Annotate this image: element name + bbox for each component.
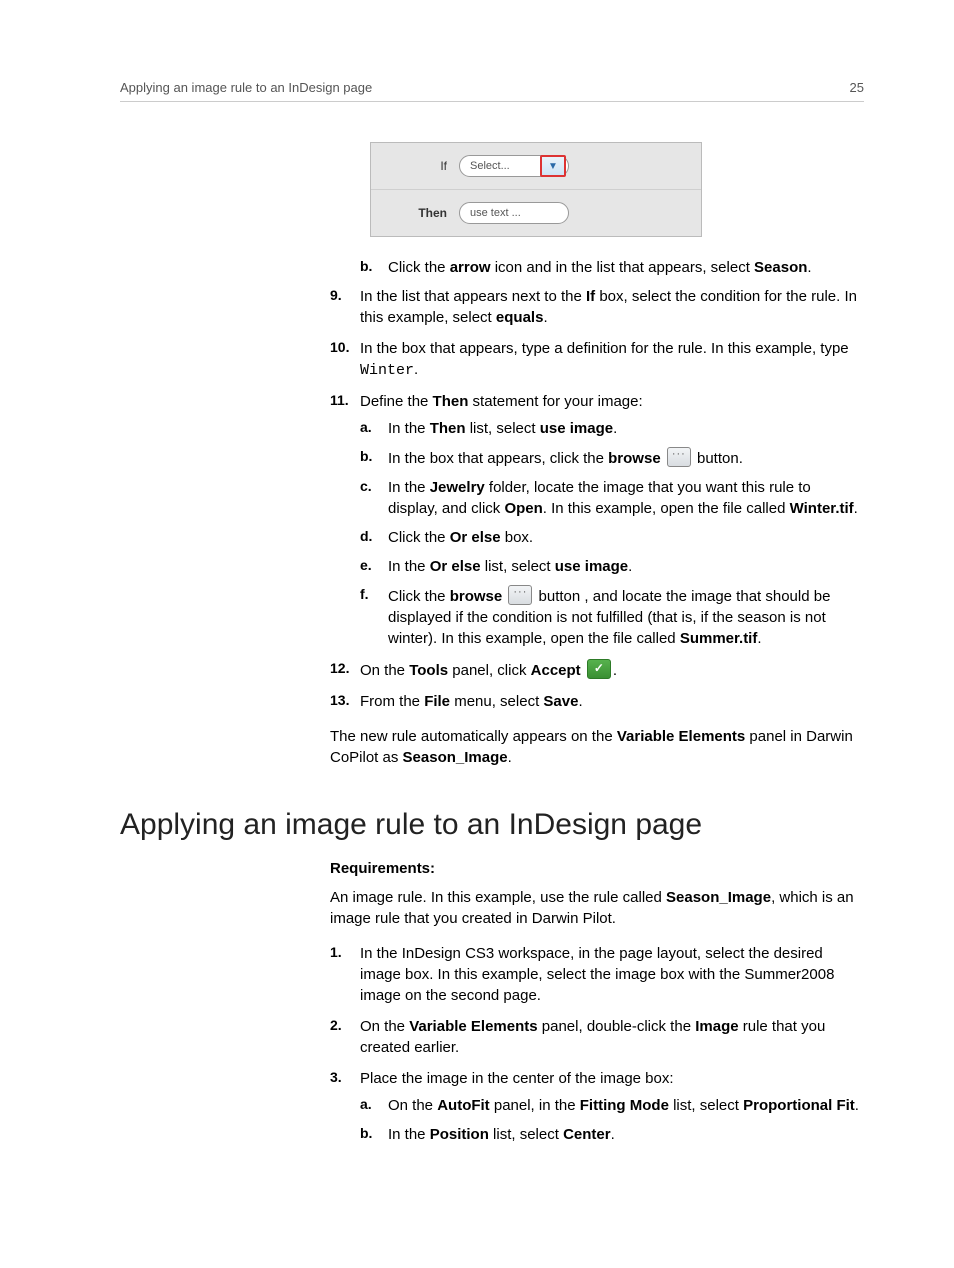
step-8b-letter: b. <box>360 257 372 277</box>
section-heading: Applying an image rule to an InDesign pa… <box>120 808 864 842</box>
chevron-down-icon: ▼ <box>548 161 558 172</box>
step-11b-text: In the box that appears, click the brows… <box>388 450 743 467</box>
figure-then-label: Then <box>387 206 459 220</box>
figure-use-text-placeholder: use text ... <box>470 207 521 219</box>
s2-step-3b-letter: b. <box>360 1124 372 1144</box>
step-11d-text: Click the Or else box. <box>388 529 533 546</box>
step-11f-letter: f. <box>360 585 369 605</box>
step-13-text: From the File menu, select Save. <box>360 693 583 710</box>
step-12-num: 12. <box>330 659 349 679</box>
s2-step-3a: a. On the AutoFit panel, in the Fitting … <box>360 1095 864 1116</box>
accept-icon <box>587 659 611 679</box>
s2-step-3-num: 3. <box>330 1068 342 1088</box>
step-11: 11. Define the Then statement for your i… <box>330 391 864 649</box>
requirements-text: An image rule. In this example, use the … <box>330 887 864 929</box>
s2-step-1-num: 1. <box>330 943 342 963</box>
step-8b: b. Click the arrow icon and in the list … <box>360 257 864 278</box>
s2-step-3a-letter: a. <box>360 1095 372 1115</box>
browse-icon <box>667 447 691 467</box>
s2-step-3b: b. In the Position list, select Center. <box>360 1124 864 1145</box>
figure-if-row: If Select... ▼ <box>371 143 701 190</box>
step-10-num: 10. <box>330 338 349 358</box>
s2-step-3-text: Place the image in the center of the ima… <box>360 1070 674 1087</box>
step-11c-letter: c. <box>360 477 372 497</box>
step-11f-text: Click the browse button , and locate the… <box>388 588 830 647</box>
step-9-num: 9. <box>330 286 342 306</box>
browse-icon <box>508 585 532 605</box>
rule-editor-figure: If Select... ▼ Then use text ... <box>370 142 702 237</box>
s2-step-2-num: 2. <box>330 1016 342 1036</box>
step-9-text: In the list that appears next to the If … <box>360 288 857 326</box>
step-11d: d. Click the Or else box. <box>360 527 864 548</box>
s2-step-3b-text: In the Position list, select Center. <box>388 1126 615 1143</box>
step-11f: f. Click the browse button , and locate … <box>360 585 864 649</box>
page-header: Applying an image rule to an InDesign pa… <box>120 80 864 102</box>
content-block-top: b. Click the arrow icon and in the list … <box>330 257 864 768</box>
step-11e-text: In the Or else list, select use image. <box>388 558 632 575</box>
step-9: 9. In the list that appears next to the … <box>330 286 864 328</box>
step-11a-letter: a. <box>360 418 372 438</box>
step-11a-text: In the Then list, select use image. <box>388 420 617 437</box>
step-11c: c. In the Jewelry folder, locate the ima… <box>360 477 864 519</box>
s2-step-2-text: On the Variable Elements panel, double-c… <box>360 1018 825 1056</box>
step-10: 10. In the box that appears, type a defi… <box>330 338 864 381</box>
figure-select-placeholder: Select... <box>470 160 510 172</box>
step-11b-letter: b. <box>360 447 372 467</box>
s2-step-3: 3. Place the image in the center of the … <box>330 1068 864 1145</box>
content-block-bottom: Requirements: An image rule. In this exa… <box>330 858 864 1145</box>
step-10-text: In the box that appears, type a definiti… <box>360 340 849 378</box>
step-11a: a. In the Then list, select use image. <box>360 418 864 439</box>
s2-step-1: 1. In the InDesign CS3 workspace, in the… <box>330 943 864 1006</box>
closing-paragraph: The new rule automatically appears on th… <box>330 726 864 768</box>
s2-step-2: 2. On the Variable Elements panel, doubl… <box>330 1016 864 1058</box>
step-11e-letter: e. <box>360 556 372 576</box>
header-title: Applying an image rule to an InDesign pa… <box>120 80 372 95</box>
step-13: 13. From the File menu, select Save. <box>330 691 864 712</box>
step-11-text: Define the Then statement for your image… <box>360 393 643 410</box>
figure-then-row: Then use text ... <box>371 190 701 236</box>
step-11d-letter: d. <box>360 527 372 547</box>
step-11c-text: In the Jewelry folder, locate the image … <box>388 479 858 517</box>
header-page-number: 25 <box>850 80 864 95</box>
figure-arrow-highlight: ▼ <box>540 155 566 177</box>
step-12-text: On the Tools panel, click Accept . <box>360 662 617 679</box>
figure-select-dropdown: Select... ▼ <box>459 155 569 177</box>
step-12: 12. On the Tools panel, click Accept . <box>330 659 864 681</box>
s2-step-3a-text: On the AutoFit panel, in the Fitting Mod… <box>388 1097 859 1114</box>
s2-step-1-text: In the InDesign CS3 workspace, in the pa… <box>360 945 834 1004</box>
step-11-num: 11. <box>330 391 349 411</box>
step-13-num: 13. <box>330 691 349 711</box>
step-11b: b. In the box that appears, click the br… <box>360 447 864 469</box>
requirements-label: Requirements: <box>330 858 864 879</box>
figure-use-text-pill: use text ... <box>459 202 569 224</box>
step-8b-text: Click the arrow icon and in the list tha… <box>388 259 812 276</box>
figure-if-label: If <box>387 159 459 173</box>
step-11e: e. In the Or else list, select use image… <box>360 556 864 577</box>
